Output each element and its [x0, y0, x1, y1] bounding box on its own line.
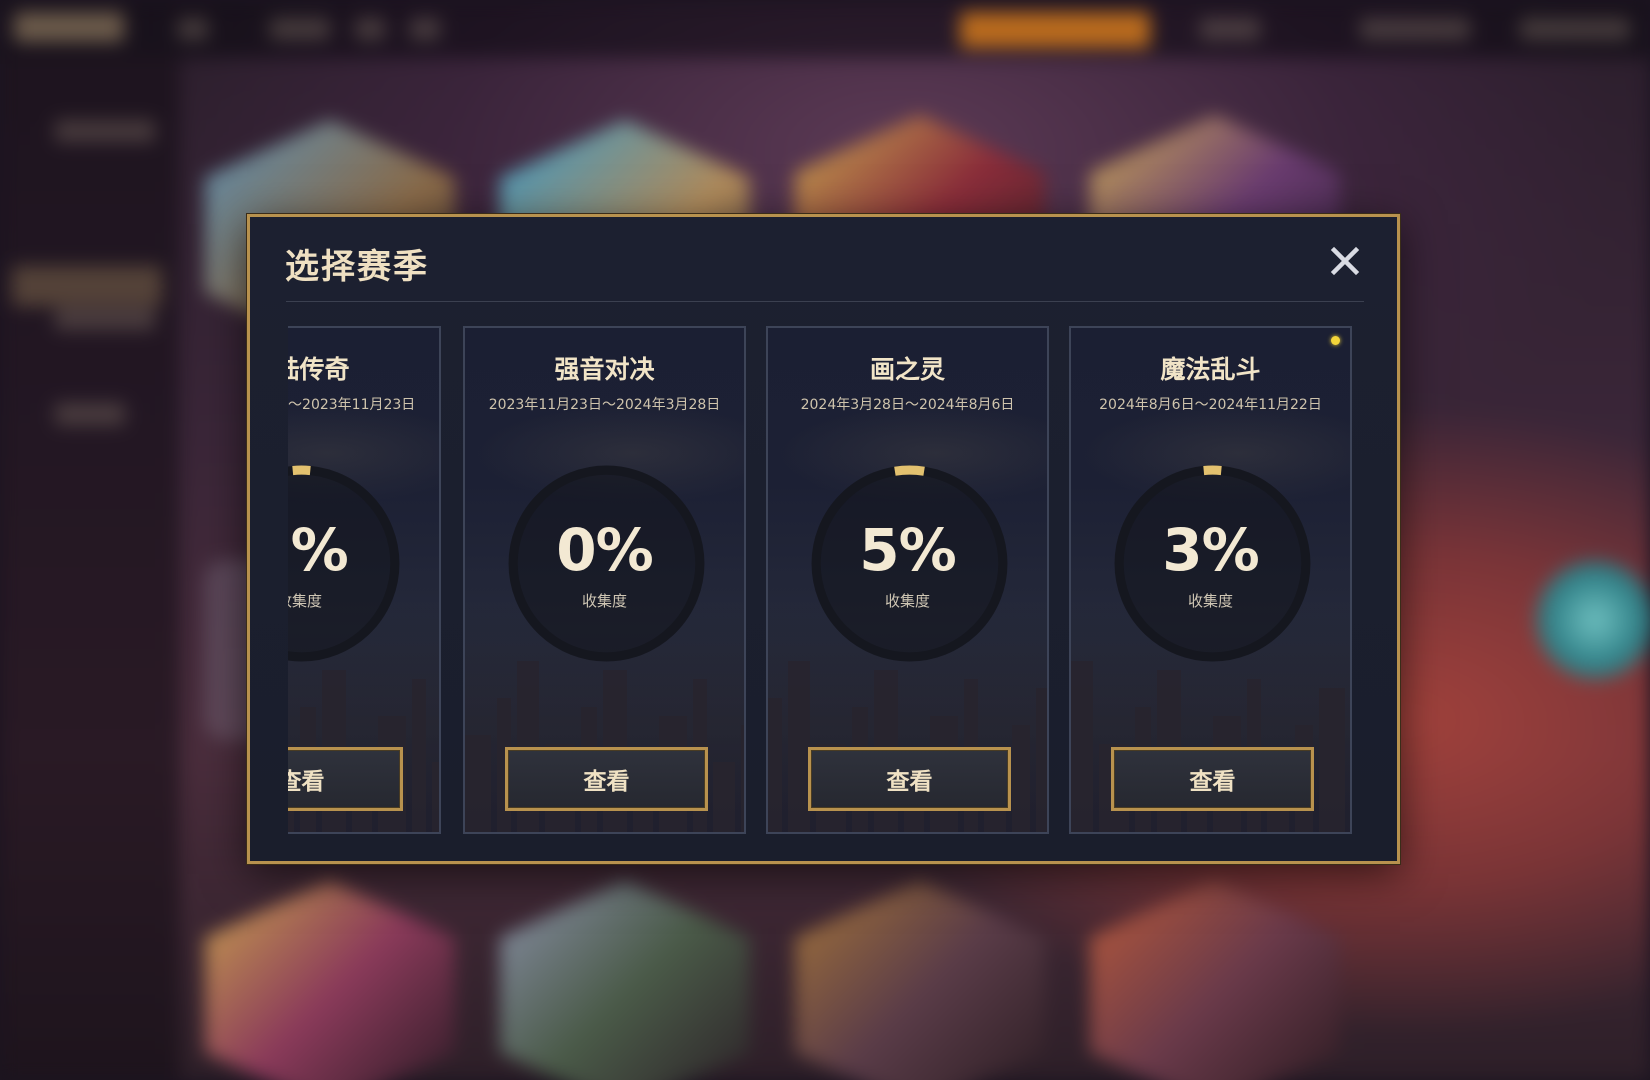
skyline-building — [741, 725, 744, 832]
currency-display — [1520, 18, 1630, 40]
season-card[interactable]: 强音对决 2023年11月23日～2024年3月28日 0% 收集度 查看 — [463, 326, 746, 834]
season-name: 魔法乱斗 — [1160, 355, 1261, 384]
title-divider — [286, 301, 1364, 302]
nav-item — [178, 18, 208, 40]
skyline-building — [412, 679, 426, 832]
season-card[interactable]: 大陆传奇 2023年8月25日～2023年11月23日 3% 收集度 查看 — [288, 326, 441, 834]
collection-label: 收集度 — [884, 592, 930, 610]
game-logo — [14, 12, 124, 42]
dialog-title: 选择赛季 — [285, 247, 429, 287]
sidebar-item — [55, 403, 125, 425]
skyline-building — [1036, 688, 1047, 832]
collection-tile — [1090, 880, 1340, 1080]
close-button[interactable] — [1325, 241, 1365, 281]
season-name: 强音对决 — [554, 355, 655, 384]
nav-item — [1360, 18, 1470, 40]
collection-percent: 5% — [859, 516, 956, 584]
view-button[interactable]: 查看 — [288, 747, 403, 811]
view-button[interactable]: 查看 — [505, 747, 708, 811]
view-button[interactable]: 查看 — [808, 747, 1011, 811]
skyline-building — [1071, 661, 1093, 832]
skyline-building — [1319, 688, 1345, 832]
view-button[interactable]: 查看 — [1111, 747, 1314, 811]
collection-percent: 3% — [1162, 516, 1259, 584]
skyline-building — [465, 735, 491, 832]
nav-item — [270, 18, 330, 40]
top-navigation-bar — [0, 0, 1650, 58]
season-name: 画之灵 — [869, 355, 945, 384]
progress-ring-fill — [894, 465, 925, 476]
season-carousel[interactable]: 大陆传奇 2023年8月25日～2023年11月23日 3% 收集度 查看 强音… — [288, 326, 1378, 836]
season-dates: 2023年8月25日～2023年11月23日 — [288, 397, 416, 413]
play-button — [960, 12, 1150, 48]
season-dates: 2024年3月28日～2024年8月6日 — [800, 397, 1015, 413]
nav-item — [1200, 18, 1260, 40]
screen: 选择赛季 大陆传奇 2023年8月25日～2023年11月23日 3% 收集度 … — [0, 0, 1650, 1080]
skyline-building — [713, 762, 735, 832]
collection-tile — [1535, 560, 1650, 680]
collection-percent: 3% — [288, 516, 349, 584]
collection-percent: 0% — [556, 516, 653, 584]
skyline-building — [1351, 771, 1352, 832]
sidebar-item-active — [12, 266, 162, 306]
collection-label: 收集度 — [288, 592, 322, 610]
season-name: 大陆传奇 — [288, 355, 350, 384]
collection-tile — [500, 880, 750, 1080]
skyline-building — [1012, 725, 1030, 832]
skyline-building — [768, 698, 782, 832]
skyline-building — [432, 762, 439, 832]
new-indicator-dot — [1331, 336, 1340, 345]
close-icon — [1330, 246, 1360, 276]
sidebar-item — [55, 120, 155, 142]
season-dates: 2024年8月6日～2024年11月22日 — [1099, 397, 1322, 413]
nav-item — [355, 18, 385, 40]
season-dates: 2023年11月23日～2024年3月28日 — [488, 397, 721, 413]
nav-item — [410, 18, 440, 40]
collection-label: 收集度 — [1187, 592, 1233, 610]
sidebar-item — [55, 308, 155, 330]
season-card[interactable]: 魔法乱斗 2024年8月6日～2024年11月22日 3% 收集度 查看 — [1069, 326, 1352, 834]
collection-tile — [795, 880, 1045, 1080]
season-card[interactable]: 画之灵 2024年3月28日～2024年8月6日 5% 收集度 查看 — [766, 326, 1049, 834]
skyline-building — [788, 661, 810, 832]
left-sidebar — [0, 58, 180, 1080]
select-season-dialog: 选择赛季 大陆传奇 2023年8月25日～2023年11月23日 3% 收集度 … — [247, 214, 1400, 864]
collection-label: 收集度 — [581, 592, 627, 610]
collection-tile — [205, 880, 455, 1080]
